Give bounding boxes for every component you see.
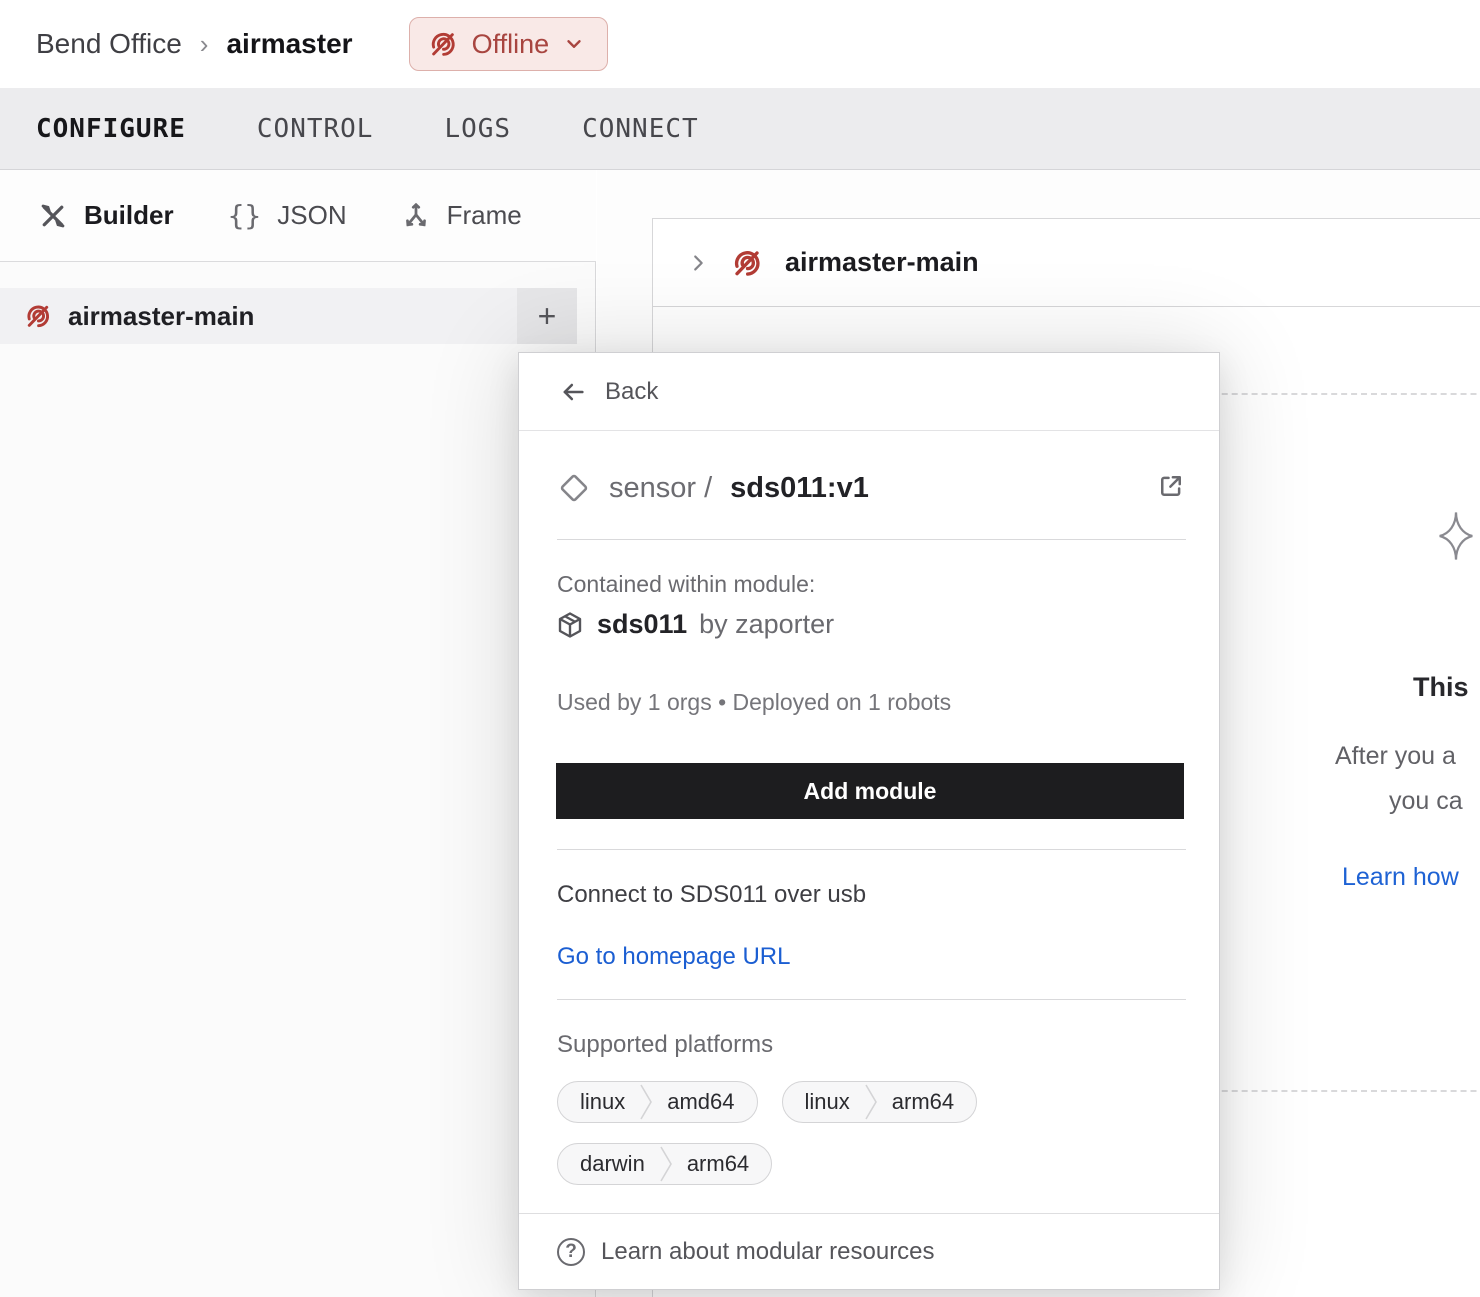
learn-modular-resources-label: Learn about modular resources (601, 1238, 935, 1266)
pill-chevron-icon (864, 1081, 878, 1123)
mode-json-label: JSON (277, 200, 346, 231)
breadcrumb-machine-name: airmaster (226, 28, 352, 60)
chevron-right-icon[interactable] (687, 252, 709, 274)
module-author: by zaporter (699, 609, 834, 640)
sparkle-icon (1438, 510, 1474, 562)
mode-builder[interactable]: Builder (38, 200, 174, 231)
divider (557, 999, 1186, 1000)
mode-json[interactable]: {} JSON (228, 199, 347, 232)
breadcrumb-separator-icon: › (200, 29, 209, 60)
mode-frame[interactable]: Frame (401, 200, 522, 231)
module-description: Connect to SDS011 over usb (557, 881, 866, 909)
tab-configure[interactable]: CONFIGURE (36, 114, 186, 144)
sidebar-item-label: airmaster-main (68, 301, 254, 332)
question-circle-icon: ? (557, 1238, 585, 1266)
divider (557, 539, 1186, 540)
platform-pill: linux arm64 (782, 1081, 978, 1123)
platform-arch: arm64 (673, 1151, 771, 1177)
platform-arch: amd64 (653, 1089, 756, 1115)
braces-icon: {} (228, 199, 262, 232)
module-name: sds011 (597, 609, 687, 640)
app-header: Bend Office › airmaster Offline (0, 0, 1480, 88)
diamond-icon (557, 471, 591, 505)
back-button[interactable]: Back (519, 353, 1219, 431)
homepage-url-link[interactable]: Go to homepage URL (557, 943, 790, 971)
machine-status-dropdown[interactable]: Offline (409, 17, 609, 71)
platform-pill-row: linux amd64 linux arm64 (557, 1081, 977, 1123)
sidebar-item-airmaster-main[interactable]: airmaster-main (0, 288, 517, 344)
config-sidebar: Builder {} JSON Frame (0, 170, 596, 1297)
supported-platforms-label: Supported platforms (557, 1031, 773, 1059)
config-mode-switcher: Builder {} JSON Frame (0, 170, 596, 262)
empty-state-line2: you ca (1389, 787, 1463, 816)
breadcrumb-org-link[interactable]: Bend Office (36, 28, 182, 60)
page-root: Bend Office › airmaster Offline CONFIGUR… (0, 0, 1480, 1297)
chevron-down-icon (563, 33, 585, 55)
contained-within-label: Contained within module: (557, 571, 815, 598)
platform-os: linux (558, 1089, 639, 1115)
pill-chevron-icon (659, 1143, 673, 1185)
platform-pill: darwin arm64 (557, 1143, 772, 1185)
module-usage-stats: Used by 1 orgs • Deployed on 1 robots (557, 689, 951, 716)
empty-state-learn-link[interactable]: Learn how (1342, 863, 1459, 892)
resource-subtype: sensor / (609, 472, 712, 505)
mode-builder-label: Builder (84, 200, 174, 231)
package-icon (555, 610, 585, 640)
module-row: sds011 by zaporter (555, 609, 834, 640)
tab-control[interactable]: CONTROL (257, 114, 374, 144)
offline-icon (24, 302, 52, 330)
resource-detail-popover: Back sensor / sds011:v1 Contained within… (518, 352, 1220, 1290)
platform-os: linux (783, 1089, 864, 1115)
empty-state-line1: After you a (1335, 742, 1456, 771)
platform-arch: arm64 (878, 1089, 976, 1115)
external-link-icon[interactable] (1156, 471, 1186, 501)
platform-pill-row: darwin arm64 (557, 1143, 772, 1185)
add-component-button[interactable]: + (517, 288, 577, 344)
machine-card-header[interactable]: airmaster-main (653, 219, 1480, 307)
platform-pill: linux amd64 (557, 1081, 758, 1123)
resource-title: sensor / sds011:v1 (557, 465, 869, 511)
tools-icon (38, 201, 68, 231)
tab-logs[interactable]: LOGS (444, 114, 511, 144)
platform-os: darwin (558, 1151, 659, 1177)
tab-connect[interactable]: CONNECT (582, 114, 699, 144)
arrow-left-icon (559, 378, 587, 406)
resource-model: sds011:v1 (730, 472, 869, 505)
status-badge-label: Offline (472, 29, 550, 60)
pill-chevron-icon (639, 1081, 653, 1123)
mode-frame-label: Frame (447, 200, 522, 231)
machine-card-title: airmaster-main (785, 247, 979, 278)
offline-icon (428, 29, 458, 59)
tabbar: CONFIGURE CONTROL LOGS CONNECT (0, 88, 1480, 170)
breadcrumb: Bend Office › airmaster (36, 28, 353, 60)
back-button-label: Back (605, 378, 658, 406)
learn-modular-resources-link[interactable]: ? Learn about modular resources (519, 1213, 1219, 1290)
empty-state-heading: This (1413, 672, 1469, 703)
frame-axes-icon (401, 201, 431, 231)
divider (557, 849, 1186, 850)
add-module-button[interactable]: Add module (556, 763, 1184, 819)
offline-icon (731, 247, 763, 279)
